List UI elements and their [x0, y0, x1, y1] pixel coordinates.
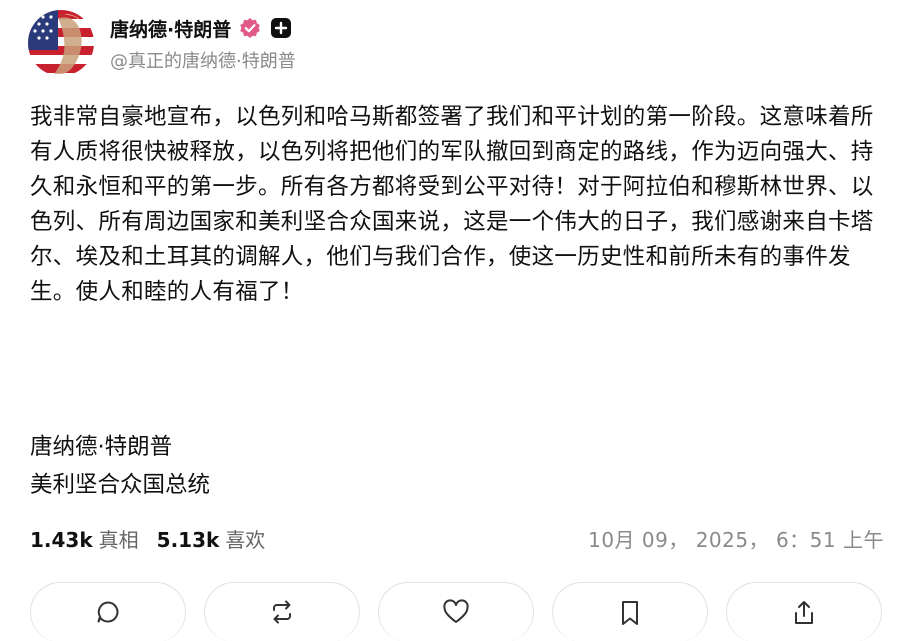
avatar[interactable] [28, 10, 94, 76]
repost-icon [273, 600, 291, 624]
post-header: 唐纳德·特朗普 @真正的唐纳德·特朗普 [28, 10, 296, 76]
signature-name: 唐纳德·特朗普 [30, 434, 173, 460]
like-button[interactable] [378, 582, 534, 641]
author-info: 唐纳德·特朗普 @真正的唐纳德·特朗普 [110, 13, 296, 73]
verified-badge-icon [239, 17, 261, 39]
share-button[interactable] [726, 582, 882, 641]
signature-title: 美利坚合众国总统 [30, 472, 211, 498]
post-stats: 1.43k 真相 5.13k 喜欢 [30, 524, 265, 553]
bookmark-icon [622, 601, 638, 625]
action-bar [30, 582, 882, 641]
author-display-name[interactable]: 唐纳德·特朗普 [110, 15, 231, 42]
heart-icon [443, 599, 469, 623]
retruths-count[interactable]: 1.43k [30, 528, 93, 552]
post-signature: 唐纳德·特朗普 美利坚合众国总统 [30, 428, 210, 504]
avatar-image [28, 10, 94, 76]
share-icon [795, 601, 813, 624]
follow-plus-icon[interactable] [271, 18, 292, 38]
bookmark-button[interactable] [552, 582, 708, 641]
retruths-label[interactable]: 真相 [99, 524, 139, 553]
author-handle[interactable]: @真正的唐纳德·特朗普 [110, 47, 296, 73]
reply-button[interactable] [30, 582, 186, 641]
likes-count[interactable]: 5.13k [157, 528, 220, 552]
post-timestamp: 10月 09， 2025， 6：51 上午 [588, 528, 884, 552]
repost-button[interactable] [204, 582, 360, 641]
likes-label[interactable]: 喜欢 [225, 524, 265, 553]
post-text: 我非常自豪地宣布，以色列和哈马斯都签署了我们和平计划的第一阶段。这意味着所有人质… [30, 104, 874, 305]
reply-icon [97, 601, 119, 623]
post-page: 唐纳德·特朗普 @真正的唐纳德·特朗普 我非常自豪地宣布，以色列和哈马斯都签署了… [0, 0, 908, 641]
author-name-row: 唐纳德·特朗普 [110, 13, 296, 43]
